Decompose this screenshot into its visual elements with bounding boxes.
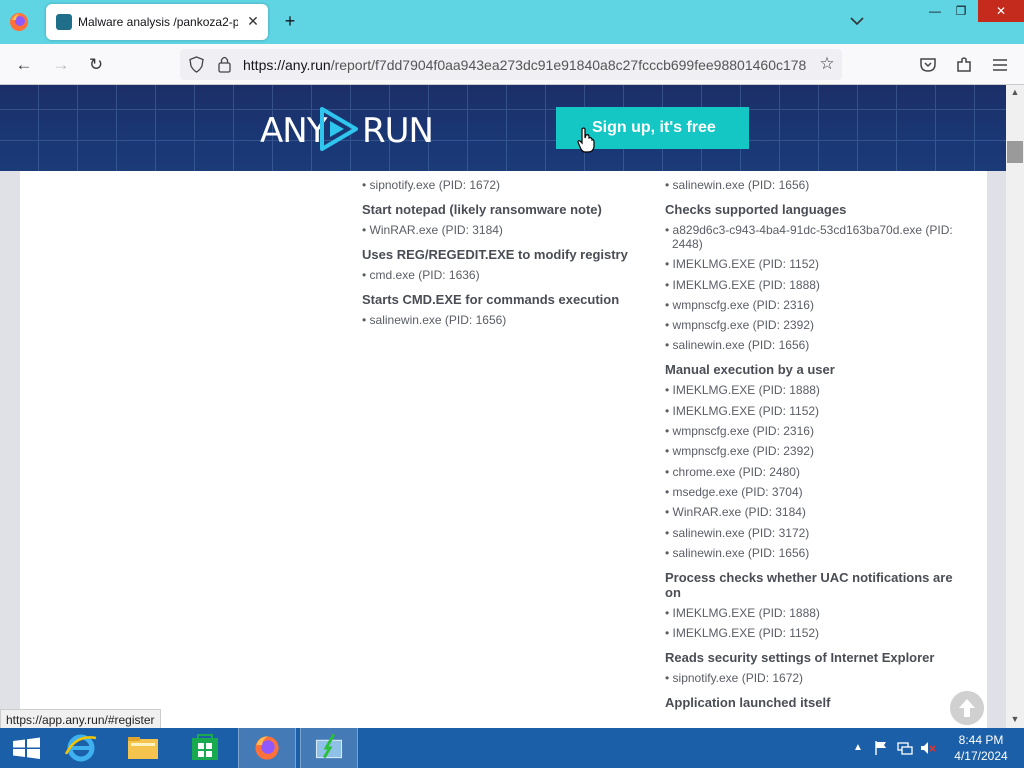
section-title: Uses REG/REGEDIT.EXE to modify registry (362, 247, 628, 262)
pocket-icon[interactable] (917, 54, 939, 76)
anyrun-favicon-icon (56, 14, 72, 30)
list-item[interactable]: • wmpnscfg.exe (PID: 2316) (665, 424, 965, 438)
url-bar[interactable]: https://any.run/report/f7dd7904f0aa943ea… (180, 49, 842, 80)
taskbar-clock[interactable]: 8:44 PM 4/17/2024 (946, 732, 1016, 764)
tab-malware-analysis[interactable]: Malware analysis /pankoza2-pl ✕ (46, 4, 268, 40)
store-icon[interactable] (176, 728, 234, 768)
behavior-column-right: • salinewin.exe (PID: 1656) Checks suppo… (665, 171, 965, 716)
play-triangle-icon (320, 107, 358, 151)
list-item[interactable]: • cmd.exe (PID: 1636) (362, 268, 642, 282)
section-title: Start notepad (likely ransomware note) (362, 202, 602, 217)
list-item[interactable]: • salinewin.exe (PID: 1656) (362, 313, 642, 327)
list-item[interactable]: • msedge.exe (PID: 3704) (665, 485, 965, 499)
tray-expand-icon[interactable]: ▲ (850, 740, 866, 756)
scroll-to-top-icon[interactable] (950, 691, 984, 725)
section-title: Starts CMD.EXE for commands execution (362, 292, 620, 307)
banner-grid-pattern (0, 85, 1006, 171)
volume-muted-icon[interactable] (920, 740, 936, 756)
window-close-button[interactable]: ✕ (978, 0, 1024, 22)
lock-icon[interactable] (216, 55, 233, 73)
minimize-button[interactable]: — (922, 0, 948, 22)
scroll-up-arrow-icon[interactable]: ▲ (1006, 85, 1024, 99)
bookmark-star-icon[interactable]: ☆ (817, 54, 837, 74)
url-host: https://any.run (243, 57, 331, 73)
tab-strip: Malware analysis /pankoza2-pl ✕ + — ❐ ✕ (0, 0, 1024, 44)
section-title: Manual execution by a user (665, 362, 835, 378)
windows-taskbar: ▲ 8:44 PM 4/17/2024 (0, 728, 1024, 768)
list-item[interactable]: • IMEKLMG.EXE (PID: 1888) (665, 606, 965, 620)
list-item[interactable]: • sipnotify.exe (PID: 1672) (362, 178, 642, 192)
clock-time: 8:44 PM (958, 733, 1004, 747)
status-bar-link: https://app.any.run/#register (0, 709, 161, 728)
tab-title: Malware analysis /pankoza2-pl (78, 15, 238, 29)
network-icon[interactable] (897, 740, 913, 756)
windows-start-icon[interactable] (0, 728, 58, 768)
section-title: Checks supported languages (665, 202, 847, 217)
internet-explorer-icon[interactable] (52, 728, 110, 768)
page-scrollbar[interactable]: ▲ ▼ (1006, 85, 1024, 728)
hand-cursor-icon (577, 127, 595, 153)
section-title: Reads security settings of Internet Expl… (665, 650, 935, 666)
url-path: /report/f7dd7904f0aa943ea273dc91e91840a8… (330, 57, 807, 73)
behavior-column-left: • sipnotify.exe (PID: 1672) Start notepa… (362, 171, 642, 333)
url-text[interactable]: https://any.run/report/f7dd7904f0aa943ea… (243, 57, 811, 73)
list-item[interactable]: • salinewin.exe (PID: 1656) (665, 546, 965, 560)
shield-icon[interactable] (188, 56, 205, 73)
list-item[interactable]: • WinRAR.exe (PID: 3184) (665, 505, 965, 519)
section-title: Application launched itself (665, 695, 831, 711)
restore-button[interactable]: ❐ (948, 0, 974, 22)
list-item[interactable]: • salinewin.exe (PID: 1656) (665, 178, 965, 192)
action-center-flag-icon[interactable] (873, 740, 889, 756)
firefox-taskbar-icon[interactable] (238, 728, 296, 768)
list-item[interactable]: • IMEKLMG.EXE (PID: 1888) (665, 383, 965, 397)
navigation-bar: ← → ↻ https://any.run/report/f7dd7904f0a… (0, 44, 1024, 85)
section-title: Process checks whether UAC notifications… (665, 569, 953, 600)
report-content: • sipnotify.exe (PID: 1672) Start notepa… (20, 171, 987, 728)
firefox-icon[interactable] (8, 11, 30, 33)
new-tab-button[interactable]: + (280, 11, 300, 31)
forward-arrow-icon[interactable]: → (50, 54, 72, 76)
close-tab-icon[interactable]: ✕ (244, 12, 262, 30)
list-item[interactable]: • wmpnscfg.exe (PID: 2392) (665, 444, 965, 458)
list-item[interactable]: • IMEKLMG.EXE (PID: 1888) (665, 278, 965, 292)
list-item[interactable]: • chrome.exe (PID: 2480) (665, 465, 965, 479)
page-viewport: ANY RUN Sign up, it's free • sipnotify.e… (0, 85, 1024, 728)
list-item[interactable]: • IMEKLMG.EXE (PID: 1152) (665, 626, 965, 640)
clock-date: 4/17/2024 (954, 749, 1008, 763)
anyrun-header-banner: ANY RUN Sign up, it's free (0, 85, 1006, 171)
list-item[interactable]: • IMEKLMG.EXE (PID: 1152) (665, 404, 965, 418)
scroll-down-arrow-icon[interactable]: ▼ (1006, 712, 1024, 726)
back-arrow-icon[interactable]: ← (13, 54, 35, 76)
list-item[interactable]: • wmpnscfg.exe (PID: 2392) (665, 318, 965, 332)
chevron-down-icon[interactable] (849, 13, 865, 29)
list-item[interactable]: • sipnotify.exe (PID: 1672) (665, 671, 965, 685)
reload-icon[interactable]: ↻ (85, 54, 107, 76)
list-item[interactable]: • WinRAR.exe (PID: 3184) (362, 223, 642, 237)
scrollbar-thumb[interactable] (1007, 141, 1023, 163)
list-item[interactable]: • salinewin.exe (PID: 3172) (665, 526, 965, 540)
file-explorer-icon[interactable] (114, 728, 172, 768)
hamburger-menu-icon[interactable] (989, 54, 1011, 76)
list-item[interactable]: • wmpnscfg.exe (PID: 2316) (665, 298, 965, 312)
anyrun-logo[interactable]: ANY RUN (260, 105, 434, 153)
list-item[interactable]: • IMEKLMG.EXE (PID: 1152) (665, 257, 965, 271)
list-item[interactable]: • a829d6c3-c943-4ba4-91dc-53cd163ba70d.e… (665, 223, 965, 251)
installer-icon[interactable] (300, 728, 358, 768)
extensions-puzzle-icon[interactable] (953, 54, 975, 76)
list-item[interactable]: • salinewin.exe (PID: 1656) (665, 338, 965, 352)
logo-text-run: RUN (362, 111, 434, 151)
